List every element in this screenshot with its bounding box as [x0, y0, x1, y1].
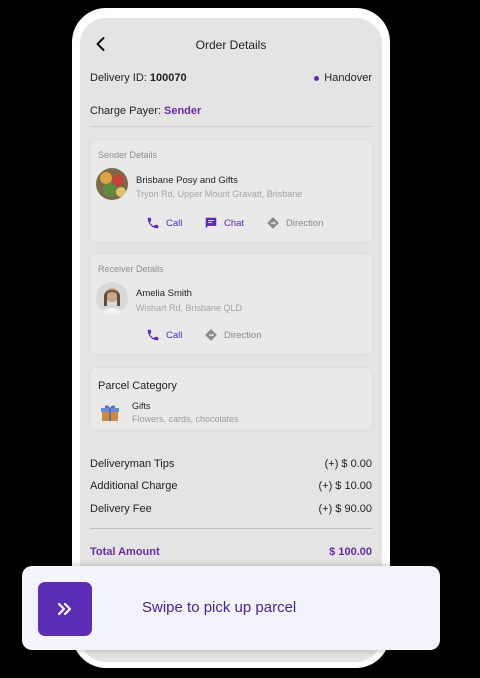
page-title: Order Details: [195, 38, 267, 52]
sender-details-card: Sender Details Brisbane Posy and Gifts T…: [90, 140, 372, 242]
sender-direction-label: Direction: [286, 217, 324, 229]
sender-avatar: [96, 168, 128, 200]
parcel-section-title: Parcel Category: [98, 380, 177, 392]
delivery-id-label: Delivery ID:: [90, 72, 147, 84]
charge-row-additional: Additional Charge (+) $ 10.00: [90, 480, 372, 492]
charge-row-delivery-fee: Delivery Fee (+) $ 90.00: [90, 503, 372, 515]
charge-label: Delivery Fee: [90, 503, 152, 515]
total-amount-row: Total Amount $ 100.00: [90, 546, 372, 558]
charge-label: Additional Charge: [90, 480, 178, 492]
status-badge: Handover: [314, 72, 372, 84]
receiver-direction-button[interactable]: Direction: [204, 328, 262, 342]
top-bar: Order Details: [80, 18, 382, 70]
sender-call-label: Call: [166, 217, 183, 229]
total-value: $ 100.00: [329, 546, 372, 558]
charge-payer-label: Charge Payer:: [90, 105, 161, 117]
charge-value: (+) $ 90.00: [318, 503, 372, 515]
sender-chat-button[interactable]: Chat: [204, 216, 244, 230]
receiver-section-title: Receiver Details: [98, 264, 164, 274]
charge-value: (+) $ 10.00: [318, 480, 372, 492]
receiver-details-card: Receiver Details Amelia Smith Wishart Rd…: [90, 254, 372, 354]
status-text: Handover: [324, 72, 372, 84]
phone-icon: [147, 217, 159, 229]
receiver-call-label: Call: [166, 329, 183, 341]
receiver-call-button[interactable]: Call: [146, 328, 182, 342]
total-divider: [90, 528, 372, 529]
receiver-name: Amelia Smith: [136, 288, 192, 299]
total-label: Total Amount: [90, 546, 160, 558]
charge-label: Deliveryman Tips: [90, 458, 175, 470]
delivery-id-value: 100070: [149, 72, 187, 84]
status-dot-icon: [314, 75, 320, 81]
swipe-to-pickup-bar[interactable]: Swipe to pick up parcel: [22, 566, 440, 650]
charge-payer-row: Charge Payer: Sender: [90, 105, 372, 117]
sender-section-title: Sender Details: [98, 150, 158, 160]
charge-payer-value: Sender: [164, 105, 202, 117]
charge-value: (+) $ 0.00: [324, 458, 372, 470]
sender-address: Tryon Rd, Upper Mount Gravatt, Brisbane: [136, 189, 303, 199]
parcel-category-card: Parcel Category Gifts Flowers, cards, ch…: [90, 368, 372, 430]
sender-call-button[interactable]: Call: [146, 216, 182, 230]
sender-direction-button[interactable]: Direction: [266, 216, 324, 230]
receiver-avatar: [96, 282, 128, 314]
double-chevron-right-icon: [57, 602, 72, 616]
direction-icon: [267, 217, 279, 229]
swipe-label: Swipe to pick up parcel: [142, 599, 297, 616]
parcel-category-description: Flowers, cards, chocolates: [132, 414, 239, 424]
receiver-direction-label: Direction: [224, 329, 262, 341]
receiver-address: Wishart Rd, Brisbane QLD: [136, 303, 243, 313]
direction-icon: [205, 329, 217, 341]
phone-icon: [147, 329, 159, 341]
divider: [90, 126, 372, 127]
sender-chat-label: Chat: [224, 217, 245, 229]
parcel-category-name: Gifts: [132, 401, 151, 411]
sender-name: Brisbane Posy and Gifts: [136, 175, 238, 186]
charge-row-tips: Deliveryman Tips (+) $ 0.00: [90, 458, 372, 470]
delivery-id-row: Delivery ID: 100070 Handover: [90, 72, 372, 84]
gift-box-icon: [101, 405, 119, 421]
swipe-handle[interactable]: [38, 582, 92, 636]
chat-icon: [205, 217, 217, 229]
